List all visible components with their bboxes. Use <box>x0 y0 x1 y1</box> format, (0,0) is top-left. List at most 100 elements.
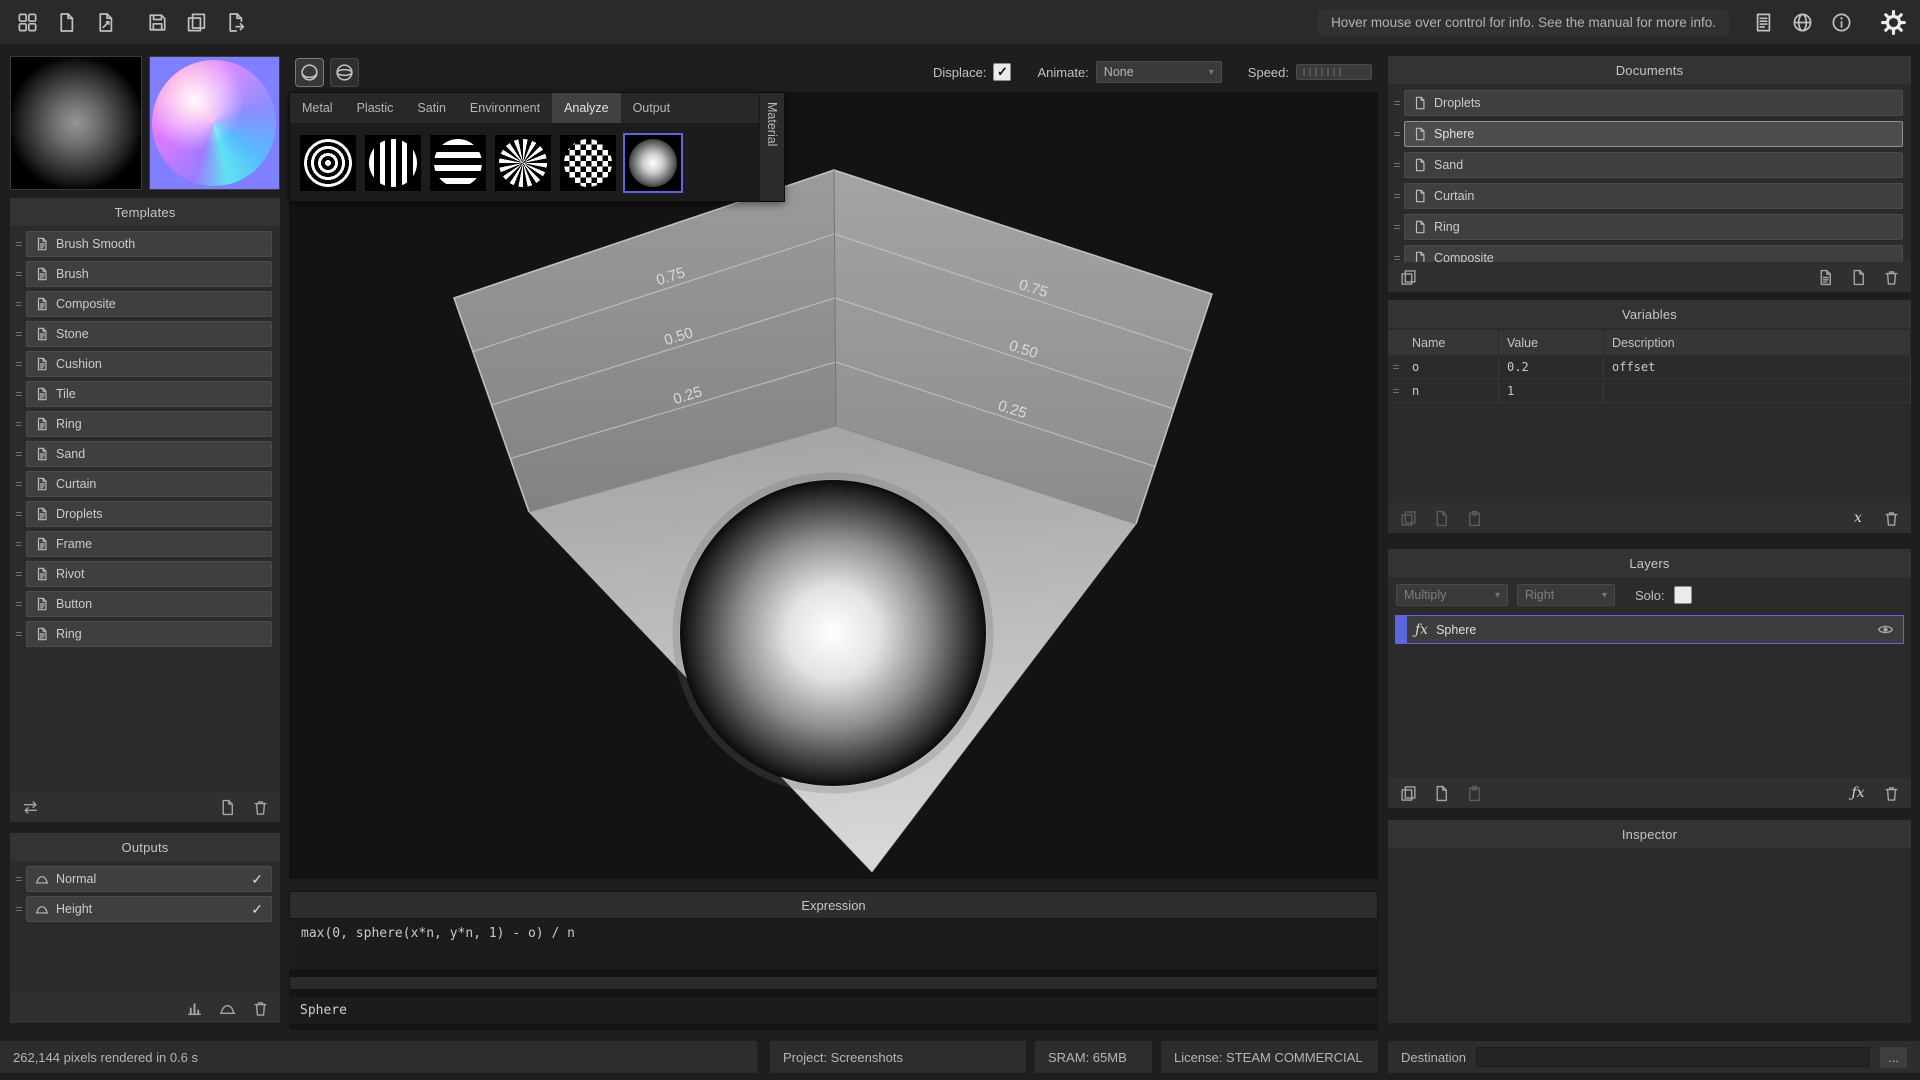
waveform-button[interactable] <box>216 997 238 1019</box>
add-variable-button[interactable]: x <box>1847 507 1869 529</box>
expression-editor[interactable]: max(0, sphere(x*n, y*n, 1) - o) / n <box>289 919 1378 969</box>
layer-visibility-button[interactable] <box>1874 619 1896 641</box>
template-item[interactable]: Droplets <box>26 501 272 527</box>
open-document-button[interactable] <box>90 7 120 37</box>
drag-handle[interactable]: = <box>12 357 26 371</box>
output-item[interactable]: Normal✓ <box>26 866 272 892</box>
template-item[interactable]: Sand <box>26 441 272 467</box>
tab-plastic[interactable]: Plastic <box>345 93 406 123</box>
template-item[interactable]: Cushion <box>26 351 272 377</box>
template-item[interactable]: Stone <box>26 321 272 347</box>
variable-row[interactable]: =n1 <box>1388 379 1911 403</box>
drag-handle[interactable]: = <box>1390 96 1404 110</box>
material-thumb-checker[interactable] <box>558 133 618 193</box>
delete-document-button[interactable] <box>1880 266 1902 288</box>
drag-handle[interactable]: = <box>1390 127 1404 141</box>
copy-variable-button[interactable] <box>1397 507 1419 529</box>
drag-handle[interactable]: = <box>12 267 26 281</box>
drag-handle[interactable]: = <box>12 237 26 251</box>
template-item[interactable]: Composite <box>26 291 272 317</box>
new-variable-button[interactable] <box>1430 507 1452 529</box>
drag-handle[interactable]: = <box>12 567 26 581</box>
tab-output[interactable]: Output <box>621 93 683 123</box>
histogram-button[interactable] <box>183 997 205 1019</box>
about-button[interactable] <box>1826 7 1856 37</box>
tab-analyze[interactable]: Analyze <box>552 93 620 123</box>
template-item[interactable]: Curtain <box>26 471 272 497</box>
variable-name[interactable]: o <box>1404 355 1499 378</box>
tab-metal[interactable]: Metal <box>290 93 345 123</box>
template-item[interactable]: Frame <box>26 531 272 557</box>
new-document-button[interactable] <box>51 7 81 37</box>
drag-handle[interactable]: = <box>12 902 26 916</box>
tab-satin[interactable]: Satin <box>405 93 458 123</box>
preview-3d-button[interactable] <box>295 58 324 87</box>
delete-layer-button[interactable] <box>1880 782 1902 804</box>
manual-button[interactable] <box>1748 7 1778 37</box>
template-item[interactable]: Ring <box>26 621 272 647</box>
reload-templates-button[interactable] <box>19 796 41 818</box>
save-template-button[interactable] <box>216 796 238 818</box>
material-thumb-radial[interactable] <box>623 133 683 193</box>
solo-checkbox[interactable] <box>1674 586 1692 604</box>
browse-destination-button[interactable]: ... <box>1880 1047 1907 1068</box>
duplicate-document-button[interactable] <box>1397 266 1419 288</box>
template-item[interactable]: Ring <box>26 411 272 437</box>
drag-handle[interactable]: = <box>12 477 26 491</box>
layer-expression-button[interactable]: ƒx <box>1847 782 1869 804</box>
material-thumb-rays[interactable] <box>493 133 553 193</box>
output-item[interactable]: Height✓ <box>26 896 272 922</box>
layer-drag-handle[interactable] <box>1396 616 1407 643</box>
drag-handle[interactable]: = <box>12 327 26 341</box>
material-thumb-vstripes[interactable] <box>363 133 423 193</box>
save-copy-button[interactable] <box>181 7 211 37</box>
drag-handle[interactable]: = <box>1390 220 1404 234</box>
document-item[interactable]: Composite <box>1404 245 1903 263</box>
destination-input[interactable] <box>1476 1047 1870 1067</box>
preview-material-button[interactable] <box>330 58 359 87</box>
drag-handle[interactable]: = <box>12 597 26 611</box>
template-item[interactable]: Brush Smooth <box>26 231 272 257</box>
variable-row[interactable]: =o0.2offset <box>1388 355 1911 379</box>
delete-template-button[interactable] <box>249 796 271 818</box>
blend-mode-select[interactable]: Multiply ▾ <box>1396 584 1508 606</box>
normal-map-preview[interactable] <box>149 56 281 190</box>
export-button[interactable] <box>220 7 250 37</box>
drag-handle[interactable]: = <box>12 537 26 551</box>
template-item[interactable]: Rivot <box>26 561 272 587</box>
save-document-button[interactable] <box>1814 266 1836 288</box>
3d-viewport[interactable]: 0.75 0.50 0.25 0.75 0.50 0.25 <box>289 92 1378 879</box>
template-item[interactable]: Tile <box>26 381 272 407</box>
variable-value[interactable]: 0.2 <box>1499 355 1604 378</box>
drag-handle[interactable]: = <box>12 417 26 431</box>
drag-handle[interactable]: = <box>12 507 26 521</box>
drag-handle[interactable]: = <box>1388 379 1404 402</box>
animate-select[interactable]: None ▾ <box>1096 61 1222 83</box>
slider-grip[interactable] <box>1303 68 1343 76</box>
website-button[interactable] <box>1787 7 1817 37</box>
paste-layer-button[interactable] <box>1463 782 1485 804</box>
apps-button[interactable] <box>12 7 42 37</box>
new-document-button[interactable] <box>1847 266 1869 288</box>
drag-handle[interactable]: = <box>12 387 26 401</box>
delete-variable-button[interactable] <box>1880 507 1902 529</box>
drag-handle[interactable]: = <box>12 447 26 461</box>
variable-description[interactable] <box>1604 379 1911 402</box>
variable-value[interactable]: 1 <box>1499 379 1604 402</box>
material-thumb-hstripes[interactable] <box>428 133 488 193</box>
displace-checkbox[interactable]: ✓ <box>993 63 1011 81</box>
material-thumb-rings[interactable] <box>298 133 358 193</box>
tab-environment[interactable]: Environment <box>458 93 552 123</box>
drag-handle[interactable]: = <box>12 627 26 641</box>
drag-handle[interactable]: = <box>1388 355 1404 378</box>
variable-name[interactable]: n <box>1404 379 1499 402</box>
drag-handle[interactable]: = <box>1390 189 1404 203</box>
delete-output-button[interactable] <box>249 997 271 1019</box>
horizontal-scrollbar[interactable] <box>290 977 1377 989</box>
drag-handle[interactable]: = <box>12 297 26 311</box>
align-select[interactable]: Right ▾ <box>1517 584 1615 606</box>
settings-button[interactable] <box>1878 7 1908 37</box>
variable-description[interactable]: offset <box>1604 355 1911 378</box>
save-button[interactable] <box>142 7 172 37</box>
speed-slider[interactable] <box>1296 64 1372 80</box>
